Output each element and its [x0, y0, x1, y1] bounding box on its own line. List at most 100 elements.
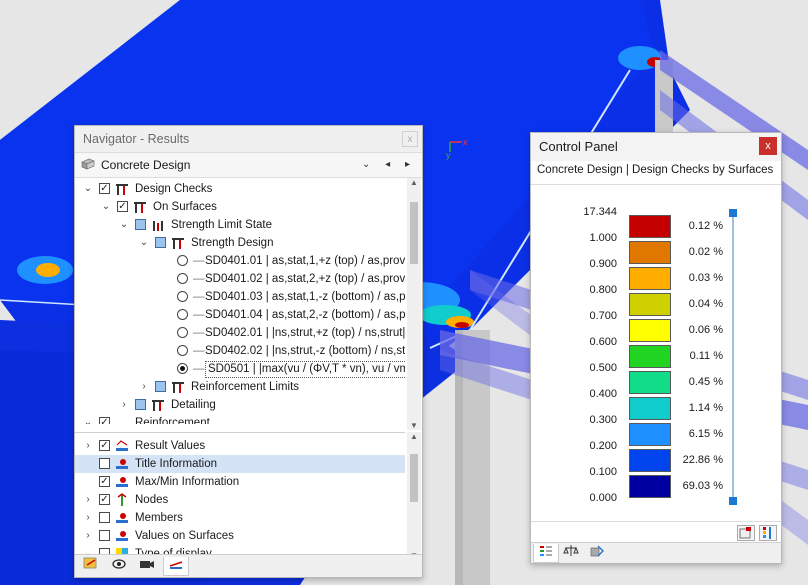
tree-label: Detailing [171, 399, 216, 411]
radio-sd0402-01[interactable] [177, 327, 188, 338]
combo-nav-arrows-icon[interactable]: ⌄ ◂ ▸ [362, 153, 416, 177]
concrete-design-icon [81, 158, 95, 170]
checkbox-title-information[interactable] [99, 458, 110, 469]
tree-label: SD0401.01 | as,stat,1,+z (top) / as,prov… [205, 255, 405, 267]
scroll-up-icon[interactable]: ▲ [407, 432, 421, 441]
tree-item-result-values[interactable]: › ✓ Result Values [75, 437, 405, 455]
radio-sd0401-03[interactable] [177, 291, 188, 302]
tree-item-nodes[interactable]: › ✓ Nodes [75, 491, 405, 509]
design-check-icon [152, 400, 164, 411]
tree-item-strength-limit-state[interactable]: ⌄ Strength Limit State [75, 216, 405, 234]
checkbox-values-on-surfaces[interactable] [99, 530, 110, 541]
chevron-right-icon[interactable]: › [83, 437, 93, 455]
filter-icon [590, 545, 604, 557]
legend-scale-value: 0.500 [589, 362, 617, 374]
panel-scale-button[interactable] [759, 525, 777, 541]
checkbox-result-values[interactable]: ✓ [99, 440, 110, 451]
control-panel-subtitle: Concrete Design | Design Checks by Surfa… [537, 164, 774, 176]
tree-item-detailing[interactable]: › Detailing [75, 396, 405, 414]
tree-label: Members [135, 512, 183, 524]
tree-item-members[interactable]: › Members [75, 509, 405, 527]
tab-balance-icon[interactable] [559, 544, 583, 562]
checkbox-strength-limit-state[interactable] [135, 219, 146, 230]
scale-slider-track[interactable] [732, 213, 734, 502]
tab-results-icon[interactable] [163, 557, 189, 576]
checkbox-members[interactable] [99, 512, 110, 523]
chevron-down-icon[interactable]: ⌄ [83, 414, 93, 424]
navigator-close-button[interactable]: x [402, 131, 418, 147]
tab-data-icon[interactable] [79, 557, 103, 575]
control-panel-title: Control Panel [539, 139, 618, 154]
legend-scale-value: 0.700 [589, 310, 617, 322]
tree-label: Values on Surfaces [135, 530, 234, 542]
radio-sd0401-02[interactable] [177, 273, 188, 284]
max-min-icon [116, 477, 128, 487]
checkbox-detailing[interactable] [135, 399, 146, 410]
tree-item-strength-design[interactable]: ⌄ Strength Design [75, 234, 405, 252]
tree-item-values-on-surfaces[interactable]: › Values on Surfaces [75, 527, 405, 545]
tree-item-sd0401-03[interactable]: — SD0401.03 | as,stat,1,-z (bottom) / as… [75, 288, 405, 306]
tree-item-sd0501[interactable]: — SD0501 | |max(vu / (ΦV,T * vn), vu / v… [75, 360, 405, 378]
tree-item-max-min-information[interactable]: ✓ Max/Min Information [75, 473, 405, 491]
control-panel-close-button[interactable]: x [759, 137, 777, 155]
scrollbar-thumb[interactable] [410, 454, 418, 502]
display-tree-scrollbar[interactable]: ▲ ▼ [407, 432, 421, 560]
legend-color-swatch [629, 475, 671, 498]
checkbox-design-checks[interactable]: ✓ [99, 183, 110, 194]
navigator-tab-bar [75, 554, 422, 577]
design-check-icon [172, 382, 184, 393]
scale-slider-bottom-handle[interactable] [729, 497, 737, 505]
chevron-down-icon[interactable]: ⌄ [139, 234, 149, 252]
radio-sd0501[interactable] [177, 363, 188, 374]
tree-item-reinforcement[interactable]: ⌄ ✓ Reinforcement [75, 414, 405, 424]
chevron-right-icon[interactable]: › [83, 527, 93, 545]
tab-filter-icon[interactable] [585, 544, 609, 562]
tab-view-icon[interactable] [107, 557, 131, 575]
checkbox-reinforcement[interactable]: ✓ [99, 417, 110, 424]
chevron-right-icon[interactable]: › [119, 396, 129, 414]
checkbox-max-min-information[interactable]: ✓ [99, 476, 110, 487]
tree-item-title-information[interactable]: Title Information [75, 455, 405, 473]
chevron-right-icon[interactable]: › [83, 491, 93, 509]
legend-color-swatch [629, 241, 671, 264]
radio-sd0402-02[interactable] [177, 345, 188, 356]
panel-settings-button[interactable] [737, 525, 755, 541]
tree-item-on-surfaces[interactable]: ⌄ ✓ On Surfaces [75, 198, 405, 216]
tab-legend-icon[interactable] [533, 544, 559, 563]
scale-slider-top-handle[interactable] [729, 209, 737, 217]
checkbox-on-surfaces[interactable]: ✓ [117, 201, 128, 212]
tree-item-sd0402-01[interactable]: — SD0402.01 | |ns,strut,+z (top) / ns,st… [75, 324, 405, 342]
radio-sd0401-04[interactable] [177, 309, 188, 320]
chevron-right-icon[interactable]: › [83, 509, 93, 527]
tree-item-sd0401-02[interactable]: — SD0401.02 | as,stat,2,+z (top) / as,pr… [75, 270, 405, 288]
chevron-down-icon[interactable]: ⌄ [119, 216, 129, 234]
legend-color-swatch [629, 319, 671, 342]
tree-item-sd0401-01[interactable]: — SD0401.01 | as,stat,1,+z (top) / as,pr… [75, 252, 405, 270]
checkbox-nodes[interactable]: ✓ [99, 494, 110, 505]
chevron-right-icon[interactable]: › [139, 378, 149, 396]
legend-percentage: 0.06 % [688, 324, 723, 336]
legend-scale-value: 0.300 [589, 414, 617, 426]
tab-camera-icon[interactable] [135, 557, 159, 575]
results-tree-scrollbar[interactable]: ▲ ▼ [407, 178, 421, 430]
legend-color-swatch [629, 397, 671, 420]
tree-item-sd0401-04[interactable]: — SD0401.04 | as,stat,2,-z (bottom) / as… [75, 306, 405, 324]
tree-label: Strength Limit State [171, 219, 272, 231]
scrollbar-thumb[interactable] [410, 202, 418, 264]
navigator-title-bar: Navigator - Results x [75, 126, 422, 152]
checkbox-strength-design[interactable] [155, 237, 166, 248]
checkbox-reinforcement-limits[interactable] [155, 381, 166, 392]
tree-item-reinforcement-limits[interactable]: › Reinforcement Limits [75, 378, 405, 396]
scroll-down-icon[interactable]: ▼ [407, 421, 421, 430]
tree-item-design-checks[interactable]: ⌄ ✓ Design Checks [75, 180, 405, 198]
scroll-up-icon[interactable]: ▲ [407, 178, 421, 187]
chevron-down-icon[interactable]: ⌄ [101, 198, 111, 216]
tree-label: SD0501 | |max(vu / (ΦV,T * vn), vu / vma… [205, 361, 405, 378]
chevron-down-icon[interactable]: ⌄ [83, 180, 93, 198]
legend-color-swatch [629, 371, 671, 394]
radio-sd0401-01[interactable] [177, 255, 188, 266]
control-panel-title-bar: Control Panel x [531, 133, 781, 161]
tree-item-sd0402-02[interactable]: — SD0402.02 | |ns,strut,-z (bottom) / ns… [75, 342, 405, 360]
tree-label: Result Values [135, 440, 206, 452]
result-type-combo[interactable]: Concrete Design ⌄ ◂ ▸ [75, 152, 422, 178]
